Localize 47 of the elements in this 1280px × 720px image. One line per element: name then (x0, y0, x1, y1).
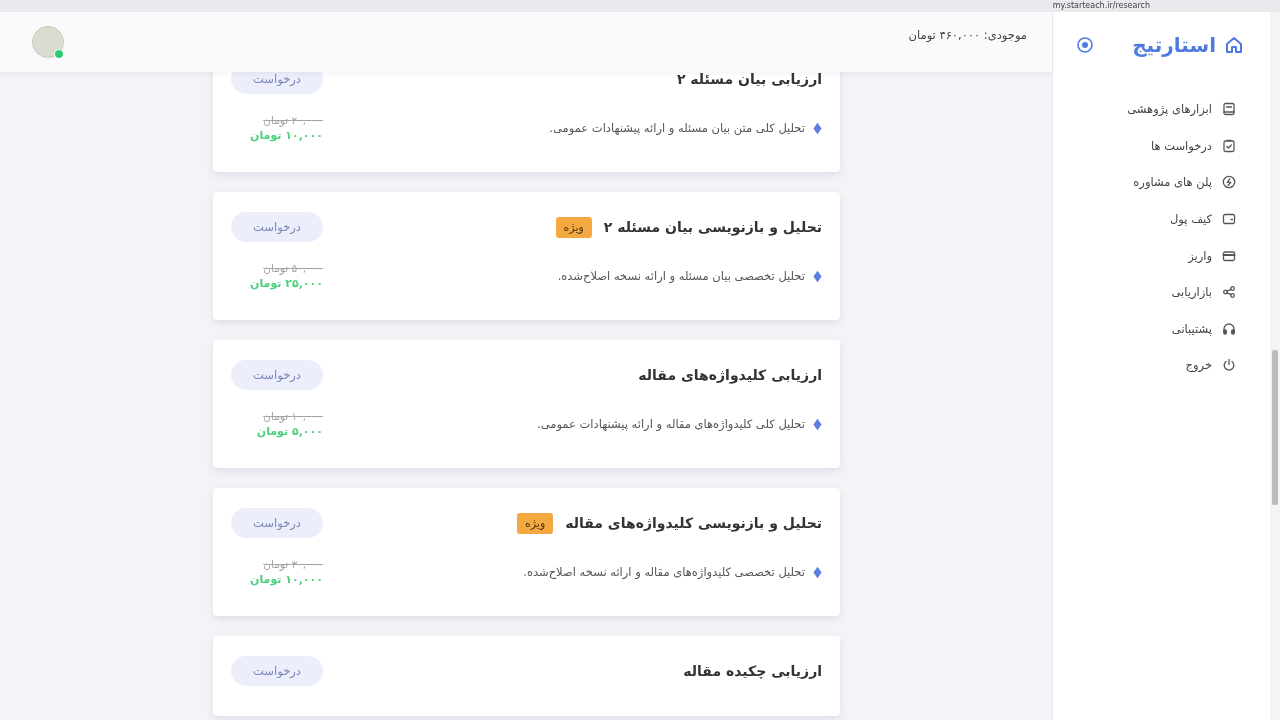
original-price: ۳۰,۰۰۰ تومان (263, 558, 323, 570)
special-badge: ویژه (517, 512, 554, 534)
brand-name[interactable]: استارتیج (1132, 33, 1216, 57)
target-icon[interactable] (1076, 36, 1095, 54)
power-icon (1222, 358, 1236, 373)
headphones-icon (1222, 321, 1236, 336)
service-title: تحلیل و بازنویسی بیان مسئله ۲ (603, 219, 822, 235)
address-bar-url[interactable]: my.starteach.ir/research (1052, 1, 1150, 11)
wallet-balance: موجودی: ۴۶۰,۰۰۰ تومان (908, 28, 1027, 42)
sidebar-item[interactable]: بازاریابی (1053, 273, 1244, 311)
service-description: تحلیل کلی متن بیان مسئله و ارائه پیشنهادات عمومی. (549, 121, 805, 135)
user-avatar[interactable] (32, 26, 64, 58)
sidebar-item[interactable]: واریز (1053, 237, 1244, 274)
service-description: تحلیل کلی کلیدواژه‌های مقاله و ارائه پیشنهادات عمومی. (537, 417, 805, 431)
original-price: ۲۰,۰۰۰ تومان (263, 114, 323, 126)
sidebar-item[interactable]: پلن های مشاوره (1053, 164, 1244, 201)
home-icon[interactable] (1224, 35, 1244, 55)
service-title: ارزیابی کلیدواژه‌های مقاله (638, 367, 822, 383)
book-icon (1222, 102, 1236, 117)
sidebar-item[interactable]: پشتیبانی (1053, 310, 1244, 348)
wallet-icon (1222, 212, 1236, 227)
special-badge: ویژه (555, 216, 592, 238)
bolt-circle-icon (1222, 175, 1236, 190)
diamond-icon (813, 565, 822, 579)
sidebar-item[interactable]: ابزارهای پژوهشی (1053, 91, 1244, 128)
discounted-price: ۱۰,۰۰۰ تومان (250, 573, 323, 586)
clipboard-check-icon (1222, 138, 1236, 153)
sidebar-item[interactable]: کیف پول (1053, 200, 1244, 238)
service-title: ارزیابی چکیده مقاله (683, 663, 822, 679)
service-description: تحلیل تخصصی کلیدواژه‌های مقاله و ارائه نسخه اصلاح‌شده. (523, 565, 805, 579)
share-icon (1222, 285, 1236, 300)
sidebar-item[interactable]: درخواست ها (1053, 127, 1244, 165)
credit-card-icon (1222, 248, 1236, 263)
discounted-price: ۱۰,۰۰۰ تومان (250, 129, 323, 142)
sidebar-item[interactable]: خروج (1053, 347, 1244, 384)
diamond-icon (813, 417, 822, 431)
diamond-icon (813, 269, 822, 283)
discounted-price: ۵,۰۰۰ تومان (256, 425, 323, 438)
service-title: تحلیل و بازنویسی کلیدواژه‌های مقاله (565, 515, 822, 531)
diamond-icon (813, 121, 822, 135)
service-description: تحلیل تخصصی بیان مسئله و ارائه نسخه اصلاح‌شده. (557, 269, 805, 283)
discounted-price: ۲۵,۰۰۰ تومان (250, 277, 323, 290)
scrollbar-thumb[interactable] (1272, 350, 1278, 505)
scrollbar[interactable] (1270, 12, 1280, 720)
original-price: ۱۰,۰۰۰ تومان (263, 410, 323, 422)
original-price: ۵۰,۰۰۰ تومان (263, 262, 323, 274)
service-title: ارزیابی بیان مسئله ۲ (676, 72, 822, 87)
